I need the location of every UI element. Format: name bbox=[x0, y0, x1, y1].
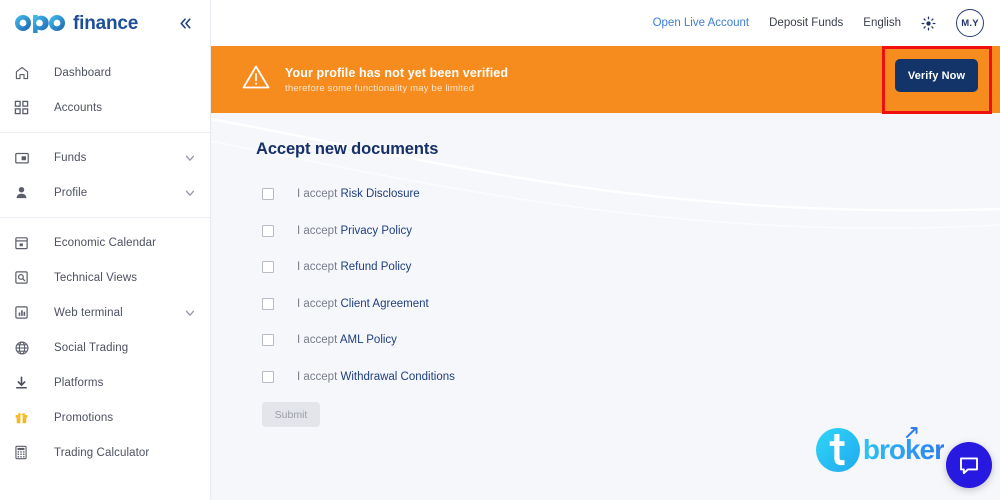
sidebar-label-accounts: Accounts bbox=[54, 101, 103, 114]
sidebar: finance Dashboard Accounts Funds Profile… bbox=[0, 0, 211, 500]
sidebar-label-profile: Profile bbox=[54, 186, 88, 199]
sidebar-label-platforms: Platforms bbox=[54, 376, 104, 389]
avatar[interactable]: M.Y bbox=[956, 9, 984, 37]
checkbox-aml-policy[interactable] bbox=[262, 334, 274, 346]
list-item[interactable]: I accept Risk Disclosure bbox=[256, 183, 586, 205]
checkbox-privacy-policy[interactable] bbox=[262, 224, 274, 237]
sidebar-label-web-terminal: Web terminal bbox=[54, 306, 123, 319]
list-item-label: I accept Withdrawal Conditions bbox=[297, 370, 455, 383]
chat-widget-button[interactable] bbox=[946, 442, 992, 488]
sidebar-divider-2 bbox=[0, 217, 210, 218]
top-navbar: Open Live Account Deposit Funds English … bbox=[211, 0, 1000, 46]
main-area: Open Live Account Deposit Funds English … bbox=[211, 0, 1000, 500]
sidebar-item-dashboard[interactable]: Dashboard bbox=[0, 55, 210, 90]
sidebar-item-social-trading[interactable]: Social Trading bbox=[0, 330, 210, 365]
checkbox-refund-policy[interactable] bbox=[262, 261, 274, 273]
wallet-icon bbox=[14, 148, 36, 168]
sun-icon[interactable] bbox=[921, 16, 936, 31]
checkbox-client-agreement[interactable] bbox=[262, 297, 274, 310]
sidebar-group-2: Funds Profile bbox=[0, 140, 210, 210]
list-item-label: I accept Client Agreement bbox=[297, 297, 429, 310]
list-item[interactable]: I accept Refund Policy bbox=[256, 256, 586, 278]
verify-now-button[interactable]: Verify Now bbox=[895, 59, 978, 92]
sidebar-group-3: Economic Calendar Technical Views Web te… bbox=[0, 225, 210, 470]
banner-text-block: Your profile has not yet been verified t… bbox=[285, 66, 508, 94]
bar-chart-icon bbox=[14, 303, 36, 323]
app-root: finance Dashboard Accounts Funds Profile… bbox=[0, 0, 1000, 500]
sidebar-item-trading-calculator[interactable]: Trading Calculator bbox=[0, 435, 210, 470]
gift-icon bbox=[14, 408, 36, 428]
chevron-down-icon[interactable] bbox=[184, 152, 196, 164]
warning-triangle-icon bbox=[241, 63, 271, 96]
brand-logo[interactable]: finance bbox=[12, 12, 138, 34]
tbroker-watermark: broker bbox=[814, 426, 945, 474]
sidebar-collapse-button[interactable] bbox=[174, 12, 196, 34]
page-title: Accept new documents bbox=[256, 140, 439, 158]
documents-checkbox-list: I accept Risk Disclosure I accept Privac… bbox=[256, 183, 1000, 388]
submit-button[interactable]: Submit bbox=[262, 402, 320, 427]
language-selector[interactable]: English bbox=[863, 17, 901, 29]
chat-bubble-icon bbox=[960, 457, 978, 475]
verification-banner: Your profile has not yet been verified t… bbox=[211, 46, 1000, 114]
sidebar-divider-1 bbox=[0, 132, 210, 133]
sidebar-label-social-trading: Social Trading bbox=[54, 341, 129, 354]
list-item[interactable]: I accept Privacy Policy bbox=[256, 220, 586, 242]
sidebar-item-web-terminal[interactable]: Web terminal bbox=[0, 295, 210, 330]
sidebar-brand-row: finance bbox=[0, 0, 210, 46]
sidebar-item-technical-views[interactable]: Technical Views bbox=[0, 260, 210, 295]
grid-icon bbox=[14, 98, 36, 118]
list-item[interactable]: I accept AML Policy bbox=[256, 329, 586, 351]
list-item-label: I accept AML Policy bbox=[297, 334, 397, 346]
checkbox-risk-disclosure[interactable] bbox=[262, 188, 274, 200]
tbroker-t-icon bbox=[815, 428, 860, 472]
sidebar-item-economic-calendar[interactable]: Economic Calendar bbox=[0, 225, 210, 260]
list-item[interactable]: I accept Withdrawal Conditions bbox=[256, 366, 586, 388]
list-item-label: I accept Refund Policy bbox=[297, 261, 412, 273]
list-item-label: I accept Risk Disclosure bbox=[297, 188, 420, 200]
sidebar-label-economic-calendar: Economic Calendar bbox=[54, 236, 157, 249]
sidebar-label-technical-views: Technical Views bbox=[54, 271, 138, 284]
user-icon bbox=[14, 183, 36, 203]
globe-icon bbox=[14, 338, 36, 358]
content-area: Accept new documents I accept Risk Discl… bbox=[211, 113, 1000, 500]
sidebar-label-funds: Funds bbox=[54, 151, 87, 164]
sidebar-group-1: Dashboard Accounts bbox=[0, 55, 210, 125]
chevron-down-icon[interactable] bbox=[184, 187, 196, 199]
banner-title: Your profile has not yet been verified bbox=[285, 65, 509, 80]
chevron-double-left-icon bbox=[179, 17, 191, 29]
sidebar-nav: Dashboard Accounts Funds Profile Economi… bbox=[0, 46, 210, 500]
sidebar-item-promotions[interactable]: Promotions bbox=[0, 400, 210, 435]
deposit-funds-link[interactable]: Deposit Funds bbox=[769, 17, 843, 29]
list-item-label: I accept Privacy Policy bbox=[297, 224, 413, 237]
sidebar-label-trading-calculator: Trading Calculator bbox=[54, 446, 150, 459]
chevron-down-icon[interactable] bbox=[184, 307, 196, 319]
list-item[interactable]: I accept Client Agreement bbox=[256, 293, 586, 315]
banner-subtitle: therefore some functionality may be limi… bbox=[285, 82, 475, 94]
brand-name: finance bbox=[73, 12, 139, 34]
sidebar-item-profile[interactable]: Profile bbox=[0, 175, 210, 210]
sidebar-label-dashboard: Dashboard bbox=[54, 66, 112, 79]
sidebar-item-platforms[interactable]: Platforms bbox=[0, 365, 210, 400]
avatar-initials: M.Y bbox=[961, 17, 979, 29]
calculator-icon bbox=[14, 443, 36, 463]
documents-panel: Accept new documents I accept Risk Discl… bbox=[211, 113, 1000, 427]
download-icon bbox=[14, 373, 36, 393]
checkbox-withdrawal-conditions[interactable] bbox=[262, 370, 274, 383]
opo-logo-icon bbox=[15, 15, 65, 33]
calendar-icon bbox=[14, 233, 36, 253]
tbroker-arrow-icon bbox=[906, 427, 918, 438]
home-icon bbox=[14, 63, 36, 83]
sidebar-item-accounts[interactable]: Accounts bbox=[0, 90, 210, 125]
sidebar-label-promotions: Promotions bbox=[54, 411, 114, 424]
search-box-icon bbox=[14, 268, 36, 288]
open-live-account-link[interactable]: Open Live Account bbox=[653, 17, 750, 29]
sidebar-item-funds[interactable]: Funds bbox=[0, 140, 210, 175]
